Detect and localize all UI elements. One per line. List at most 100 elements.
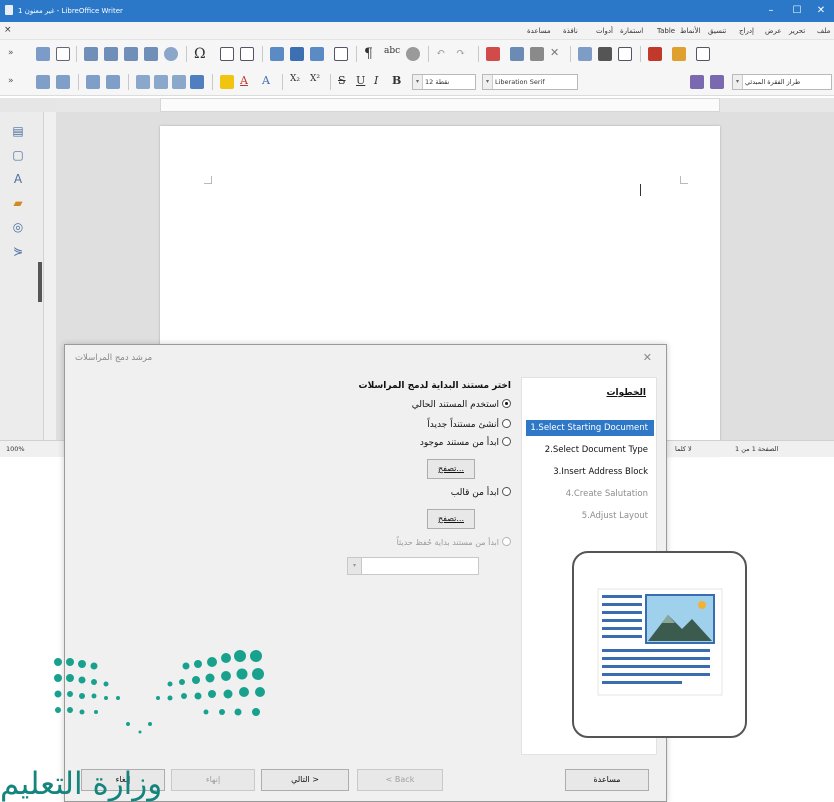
open-icon[interactable] — [672, 47, 686, 61]
radio-icon[interactable] — [502, 487, 511, 496]
toolbar-overflow-icon[interactable]: » — [8, 48, 14, 58]
step-2[interactable]: 2.Select Document Type — [526, 442, 654, 458]
horizontal-ruler[interactable] — [160, 98, 720, 112]
browse-template-button[interactable]: تصفح... — [427, 509, 475, 529]
manage-changes-icon[interactable]: ⋟ — [11, 244, 25, 258]
insert-frame-icon[interactable] — [144, 47, 158, 61]
export-pdf-icon[interactable] — [36, 47, 50, 61]
paragraph-spacing-icon[interactable] — [56, 75, 70, 89]
menu-edit[interactable]: تحرير — [789, 27, 805, 35]
menu-format[interactable]: تنسيق — [708, 27, 726, 35]
special-character-icon[interactable]: Ω — [194, 46, 206, 62]
font-name-value: Liberation Serif — [495, 78, 545, 86]
highlight-color-icon[interactable] — [220, 75, 234, 89]
properties-icon[interactable]: ▤ — [11, 124, 25, 138]
cut-icon[interactable]: ✕ — [550, 46, 559, 59]
browse-existing-button[interactable]: تصفح... — [427, 459, 475, 479]
update-style-icon[interactable] — [710, 75, 724, 89]
align-center-icon[interactable] — [172, 75, 186, 89]
find-replace-icon[interactable] — [406, 47, 420, 61]
text-box-icon[interactable] — [220, 47, 234, 61]
navigator-icon[interactable]: ◎ — [11, 220, 25, 234]
menu-file[interactable]: ملف — [817, 27, 830, 35]
font-size-value: 12 نقطة — [425, 78, 450, 86]
styles-icon[interactable]: A — [11, 172, 25, 186]
new-document-icon[interactable] — [696, 47, 710, 61]
insert-image-icon[interactable] — [270, 47, 284, 61]
insert-media-icon[interactable] — [310, 47, 324, 61]
toolbar-overflow-icon[interactable]: » — [8, 76, 14, 86]
align-right-icon[interactable] — [190, 75, 204, 89]
menu-window[interactable]: نافذة — [563, 27, 578, 35]
radio-icon[interactable] — [502, 419, 511, 428]
writer-doc-icon — [5, 5, 13, 15]
step-3[interactable]: 3.Insert Address Block — [526, 464, 654, 480]
option-new-document[interactable]: أنشئ مستنداً جديداً — [427, 419, 511, 430]
new-style-icon[interactable] — [690, 75, 704, 89]
print-preview-icon[interactable] — [578, 47, 592, 61]
insert-table-icon[interactable] — [240, 47, 254, 61]
menu-tools[interactable]: أدوات — [596, 27, 613, 35]
paragraph-style-combo[interactable]: ▾ طراز الفقرة المبدئي — [732, 74, 832, 90]
clone-formatting-icon[interactable] — [486, 47, 500, 61]
menu-view[interactable]: عرض — [765, 27, 782, 35]
hyperlink-icon[interactable] — [164, 47, 178, 61]
menu-table[interactable]: Table — [657, 27, 675, 35]
font-size-combo[interactable]: ▾ 12 نقطة — [412, 74, 476, 90]
option-current-document[interactable]: استخدم المستند الحالي — [412, 399, 511, 410]
text-boundary-corner — [204, 176, 212, 184]
insert-chart-icon[interactable] — [290, 47, 304, 61]
sidebar-handle[interactable] — [38, 262, 42, 302]
menu-help[interactable]: مساعدة — [527, 27, 551, 35]
copy-icon[interactable] — [530, 47, 544, 61]
italic-icon[interactable]: I — [374, 74, 378, 87]
bold-icon[interactable]: B — [392, 74, 401, 87]
close-icon[interactable]: ✕ — [643, 351, 652, 364]
font-name-combo[interactable]: ▾ Liberation Serif — [482, 74, 578, 90]
align-left-icon[interactable] — [154, 75, 168, 89]
option-template[interactable]: ابدأ من قالب — [451, 487, 511, 498]
underline-icon[interactable]: U — [356, 74, 365, 87]
line-spacing-icon[interactable] — [36, 75, 50, 89]
comment-icon[interactable] — [56, 47, 70, 61]
radio-selected-icon[interactable] — [502, 399, 511, 408]
close-document-icon[interactable]: × — [4, 25, 12, 35]
vertical-scrollbar[interactable] — [44, 112, 56, 442]
superscript-icon[interactable]: X² — [310, 74, 320, 84]
option-existing-document[interactable]: ابدأ من مستند موجود — [420, 437, 511, 448]
back-button: < Back — [357, 769, 443, 791]
redo-icon[interactable]: ↷ — [456, 46, 465, 59]
paste-icon[interactable] — [510, 47, 524, 61]
minimize-button[interactable]: – — [758, 2, 784, 20]
toolbar-separator — [478, 46, 479, 62]
align-justify-icon[interactable] — [136, 75, 150, 89]
undo-icon[interactable]: ↶ — [436, 46, 445, 59]
zoom-value[interactable]: 100% — [6, 445, 25, 453]
unordered-list-icon[interactable] — [106, 75, 120, 89]
formatting-marks-icon[interactable]: ¶ — [364, 46, 373, 62]
paragraph-style-value: طراز الفقرة المبدئي — [745, 78, 801, 86]
font-color-icon[interactable]: A — [240, 74, 248, 87]
radio-icon[interactable] — [502, 437, 511, 446]
gallery-icon[interactable]: ▰ — [11, 196, 25, 210]
export-icon[interactable] — [618, 47, 632, 61]
page-break-icon[interactable] — [84, 47, 98, 61]
strikethrough-icon[interactable]: S — [338, 74, 346, 87]
spelling-icon[interactable]: abc — [384, 46, 400, 56]
character-shadow-icon[interactable]: A — [262, 74, 270, 87]
insert-section-icon[interactable] — [124, 47, 138, 61]
maximize-button[interactable]: ☐ — [784, 2, 810, 20]
close-window-button[interactable]: ✕ — [808, 2, 834, 20]
table-grid-icon[interactable] — [334, 47, 348, 61]
menu-insert[interactable]: إدراج — [739, 27, 754, 35]
menu-styles[interactable]: الأنماط — [680, 27, 701, 35]
ordered-list-icon[interactable] — [86, 75, 100, 89]
subscript-icon[interactable]: X₂ — [290, 74, 300, 84]
insert-field-icon[interactable] — [104, 47, 118, 61]
page-icon[interactable]: ▢ — [11, 148, 25, 162]
menu-form[interactable]: استمارة — [620, 27, 643, 35]
step-1[interactable]: 1.Select Starting Document — [526, 420, 654, 436]
help-button[interactable]: مساعدة — [565, 769, 649, 791]
save-icon[interactable] — [648, 47, 662, 61]
print-icon[interactable] — [598, 47, 612, 61]
